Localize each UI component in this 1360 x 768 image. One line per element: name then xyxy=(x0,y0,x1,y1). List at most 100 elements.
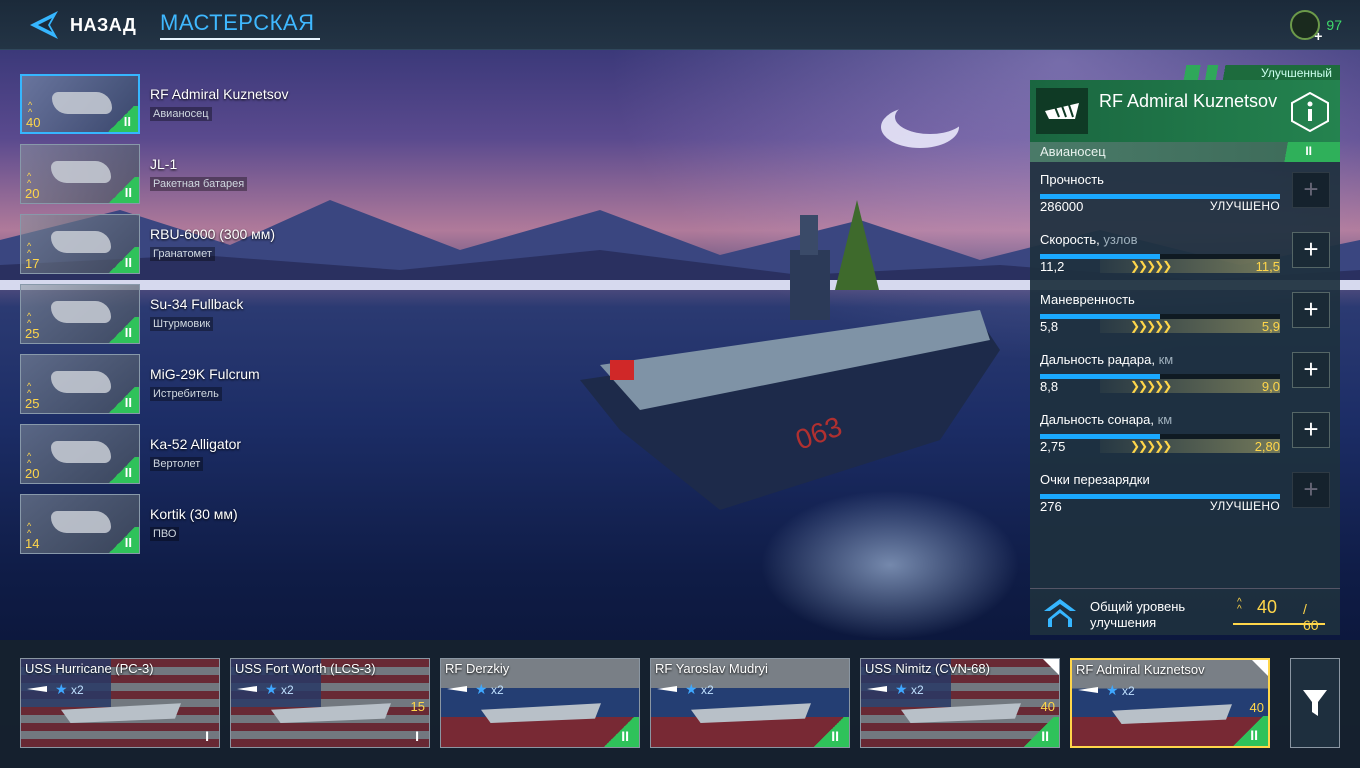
cash-icon[interactable] xyxy=(1290,10,1322,44)
aircraft-carrier-model[interactable]: 063 xyxy=(560,190,1020,530)
anti-air-gun-icon xyxy=(51,511,111,533)
ship-name: USS Hurricane (PC-3) xyxy=(25,661,154,676)
module-name: Ka-52 Alligator xyxy=(150,436,242,452)
ship-card[interactable]: RF Yaroslav Mudryi ★ x2 II xyxy=(650,658,850,748)
rocket-launcher-icon xyxy=(51,231,111,253)
stat-next: 5,9 xyxy=(1261,319,1280,334)
ship-type: Авианосец xyxy=(1040,144,1106,159)
module-thumbnail: ^ ^ 14 II xyxy=(20,494,140,554)
panel-subheader: Авианосец II xyxy=(1030,142,1340,162)
ship-card-selected[interactable]: RF Admiral Kuznetsov ★ x2 40 II xyxy=(1070,658,1270,748)
tier-badge: II xyxy=(1228,716,1268,746)
rank-icon: ^ ^ xyxy=(27,241,32,258)
total-label: Общий уровень улучшения xyxy=(1090,599,1186,630)
tier-badge: II xyxy=(105,457,139,483)
module-item[interactable]: ^ ^ 17 II RBU-6000 (300 мм) Гранатомет xyxy=(20,214,320,274)
module-name: MiG-29K Fulcrum xyxy=(150,366,260,382)
star-icon: ★ xyxy=(55,681,68,697)
ship-card[interactable]: USS Hurricane (PC-3) ★ x2 I xyxy=(20,658,220,748)
upgrade-level-icon xyxy=(1044,599,1076,627)
ship-multiplier: x2 xyxy=(1122,684,1135,698)
tier-badge: I xyxy=(205,728,209,744)
panel-title: RF Admiral Kuznetsov xyxy=(1099,91,1278,111)
rank-icon: ^ ^ xyxy=(27,521,32,538)
module-item[interactable]: ^ ^ 20 II JL-1 Ракетная батарея xyxy=(20,144,320,204)
rank-icon: ^ ^ xyxy=(27,451,32,468)
tier-badge: II xyxy=(1019,717,1059,747)
module-type: ПВО xyxy=(150,527,180,541)
stat-next: 2,80 xyxy=(1254,439,1280,454)
filter-icon xyxy=(1303,690,1327,716)
module-type: Штурмовик xyxy=(150,317,214,331)
upgrade-plus-button[interactable]: + xyxy=(1292,412,1330,448)
star-icon: ★ xyxy=(685,681,698,697)
ship-multiplier: x2 xyxy=(911,683,924,697)
back-button[interactable]: НАЗАД xyxy=(28,9,136,41)
module-item[interactable]: ^ ^ 20 II Ka-52 Alligator Вертолет xyxy=(20,424,320,484)
upgrade-plus-button[interactable]: + xyxy=(1292,172,1330,208)
ship-level: 40 xyxy=(1040,699,1055,714)
upgraded-status-tag: Улучшенный xyxy=(1165,65,1340,81)
module-item[interactable]: ^ ^ 25 II MiG-29K Fulcrum Истребитель xyxy=(20,354,320,414)
ship-card[interactable]: USS Nimitz (CVN-68) ★ x2 40 II xyxy=(860,658,1060,748)
ship-carousel: USS Hurricane (PC-3) ★ x2 I USS Fort Wor… xyxy=(0,640,1360,768)
module-type: Авианосец xyxy=(150,107,212,121)
stat-upgraded: УЛУЧШЕНО xyxy=(1209,199,1280,213)
ship-class-icon xyxy=(1036,88,1088,134)
stat-name: Маневренность xyxy=(1040,292,1135,307)
star-icon: ★ xyxy=(265,681,278,697)
module-name: Kortik (30 мм) xyxy=(150,506,238,522)
module-thumbnail: ^ ^ 20 II xyxy=(20,144,140,204)
module-name: Su-34 Fullback xyxy=(150,296,244,312)
upgrade-plus-button[interactable]: + xyxy=(1292,232,1330,268)
ship-name: RF Yaroslav Mudryi xyxy=(655,661,768,676)
rank-icon: ^ ^ xyxy=(27,381,32,398)
fighter-jet-icon xyxy=(51,371,111,393)
total-value: ^ ^ 40 / 60 xyxy=(1233,595,1325,633)
ship-card[interactable]: USS Fort Worth (LCS-3) ★ x2 15 I xyxy=(230,658,430,748)
star-icon: ★ xyxy=(475,681,488,697)
stat-name: Прочность xyxy=(1040,172,1104,187)
tier-badge: II xyxy=(105,317,139,343)
module-thumbnail: ^ ^ 20 II xyxy=(20,424,140,484)
panel-header: RF Admiral Kuznetsov xyxy=(1030,80,1340,142)
workshop-label: МАСТЕРСКАЯ xyxy=(160,10,315,35)
tier-badge: I xyxy=(415,728,419,744)
module-type: Ракетная батарея xyxy=(150,177,248,191)
ship-name: RF Admiral Kuznetsov xyxy=(1076,662,1205,677)
upgrade-plus-button[interactable]: + xyxy=(1292,472,1330,508)
top-bar: НАЗАД МАСТЕРСКАЯ 97 xyxy=(0,0,1360,50)
module-item[interactable]: ^ ^ 14 II Kortik (30 мм) ПВО xyxy=(20,494,320,554)
filter-button[interactable] xyxy=(1290,658,1340,748)
corner-marker-icon xyxy=(1043,659,1059,675)
stat-maneuverability: Маневренность ❯❯❯❯❯ 5,8 5,9 + xyxy=(1040,292,1330,352)
jet-icon xyxy=(51,301,111,323)
module-thumbnail: ^ ^ 25 II xyxy=(20,284,140,344)
missile-icon xyxy=(51,161,111,183)
stat-reload-points: Очки перезарядки 276 УЛУЧШЕНО + xyxy=(1040,472,1330,532)
rank-icon: ^ ^ xyxy=(27,171,32,188)
stat-current: 286000 xyxy=(1040,199,1084,214)
ship-name: RF Derzkiy xyxy=(445,661,510,676)
ship-level: 15 xyxy=(410,699,425,714)
total-upgrade-level: Общий уровень улучшения ^ ^ 40 / 60 xyxy=(1030,588,1340,635)
tab-workshop[interactable]: МАСТЕРСКАЯ xyxy=(160,10,320,40)
module-item[interactable]: ^ ^ 25 II Su-34 Fullback Штурмовик xyxy=(20,284,320,344)
module-item[interactable]: ^ ^ 40 II RF Admiral Kuznetsov Авианосец xyxy=(20,74,320,134)
ship-card[interactable]: RF Derzkiy ★ x2 II xyxy=(440,658,640,748)
upgrade-plus-button[interactable]: + xyxy=(1292,292,1330,328)
module-type: Гранатомет xyxy=(150,247,215,261)
currency-value: 97 xyxy=(1326,17,1342,33)
ship-name: USS Fort Worth (LCS-3) xyxy=(235,661,376,676)
tier-badge: II xyxy=(105,387,139,413)
currency-display: 97 xyxy=(1290,10,1342,44)
stat-radar-range: Дальность радара, км ❯❯❯❯❯ 8,8 9,0 + xyxy=(1040,352,1330,412)
active-tab-underline xyxy=(160,38,320,40)
module-level: 17 xyxy=(25,256,40,271)
tier-badge: II xyxy=(809,717,849,747)
tier-badge: II xyxy=(1274,142,1340,162)
upgrade-plus-button[interactable]: + xyxy=(1292,352,1330,388)
star-icon: ★ xyxy=(1106,682,1119,698)
ship-multiplier: x2 xyxy=(701,683,714,697)
info-icon[interactable] xyxy=(1290,92,1330,132)
